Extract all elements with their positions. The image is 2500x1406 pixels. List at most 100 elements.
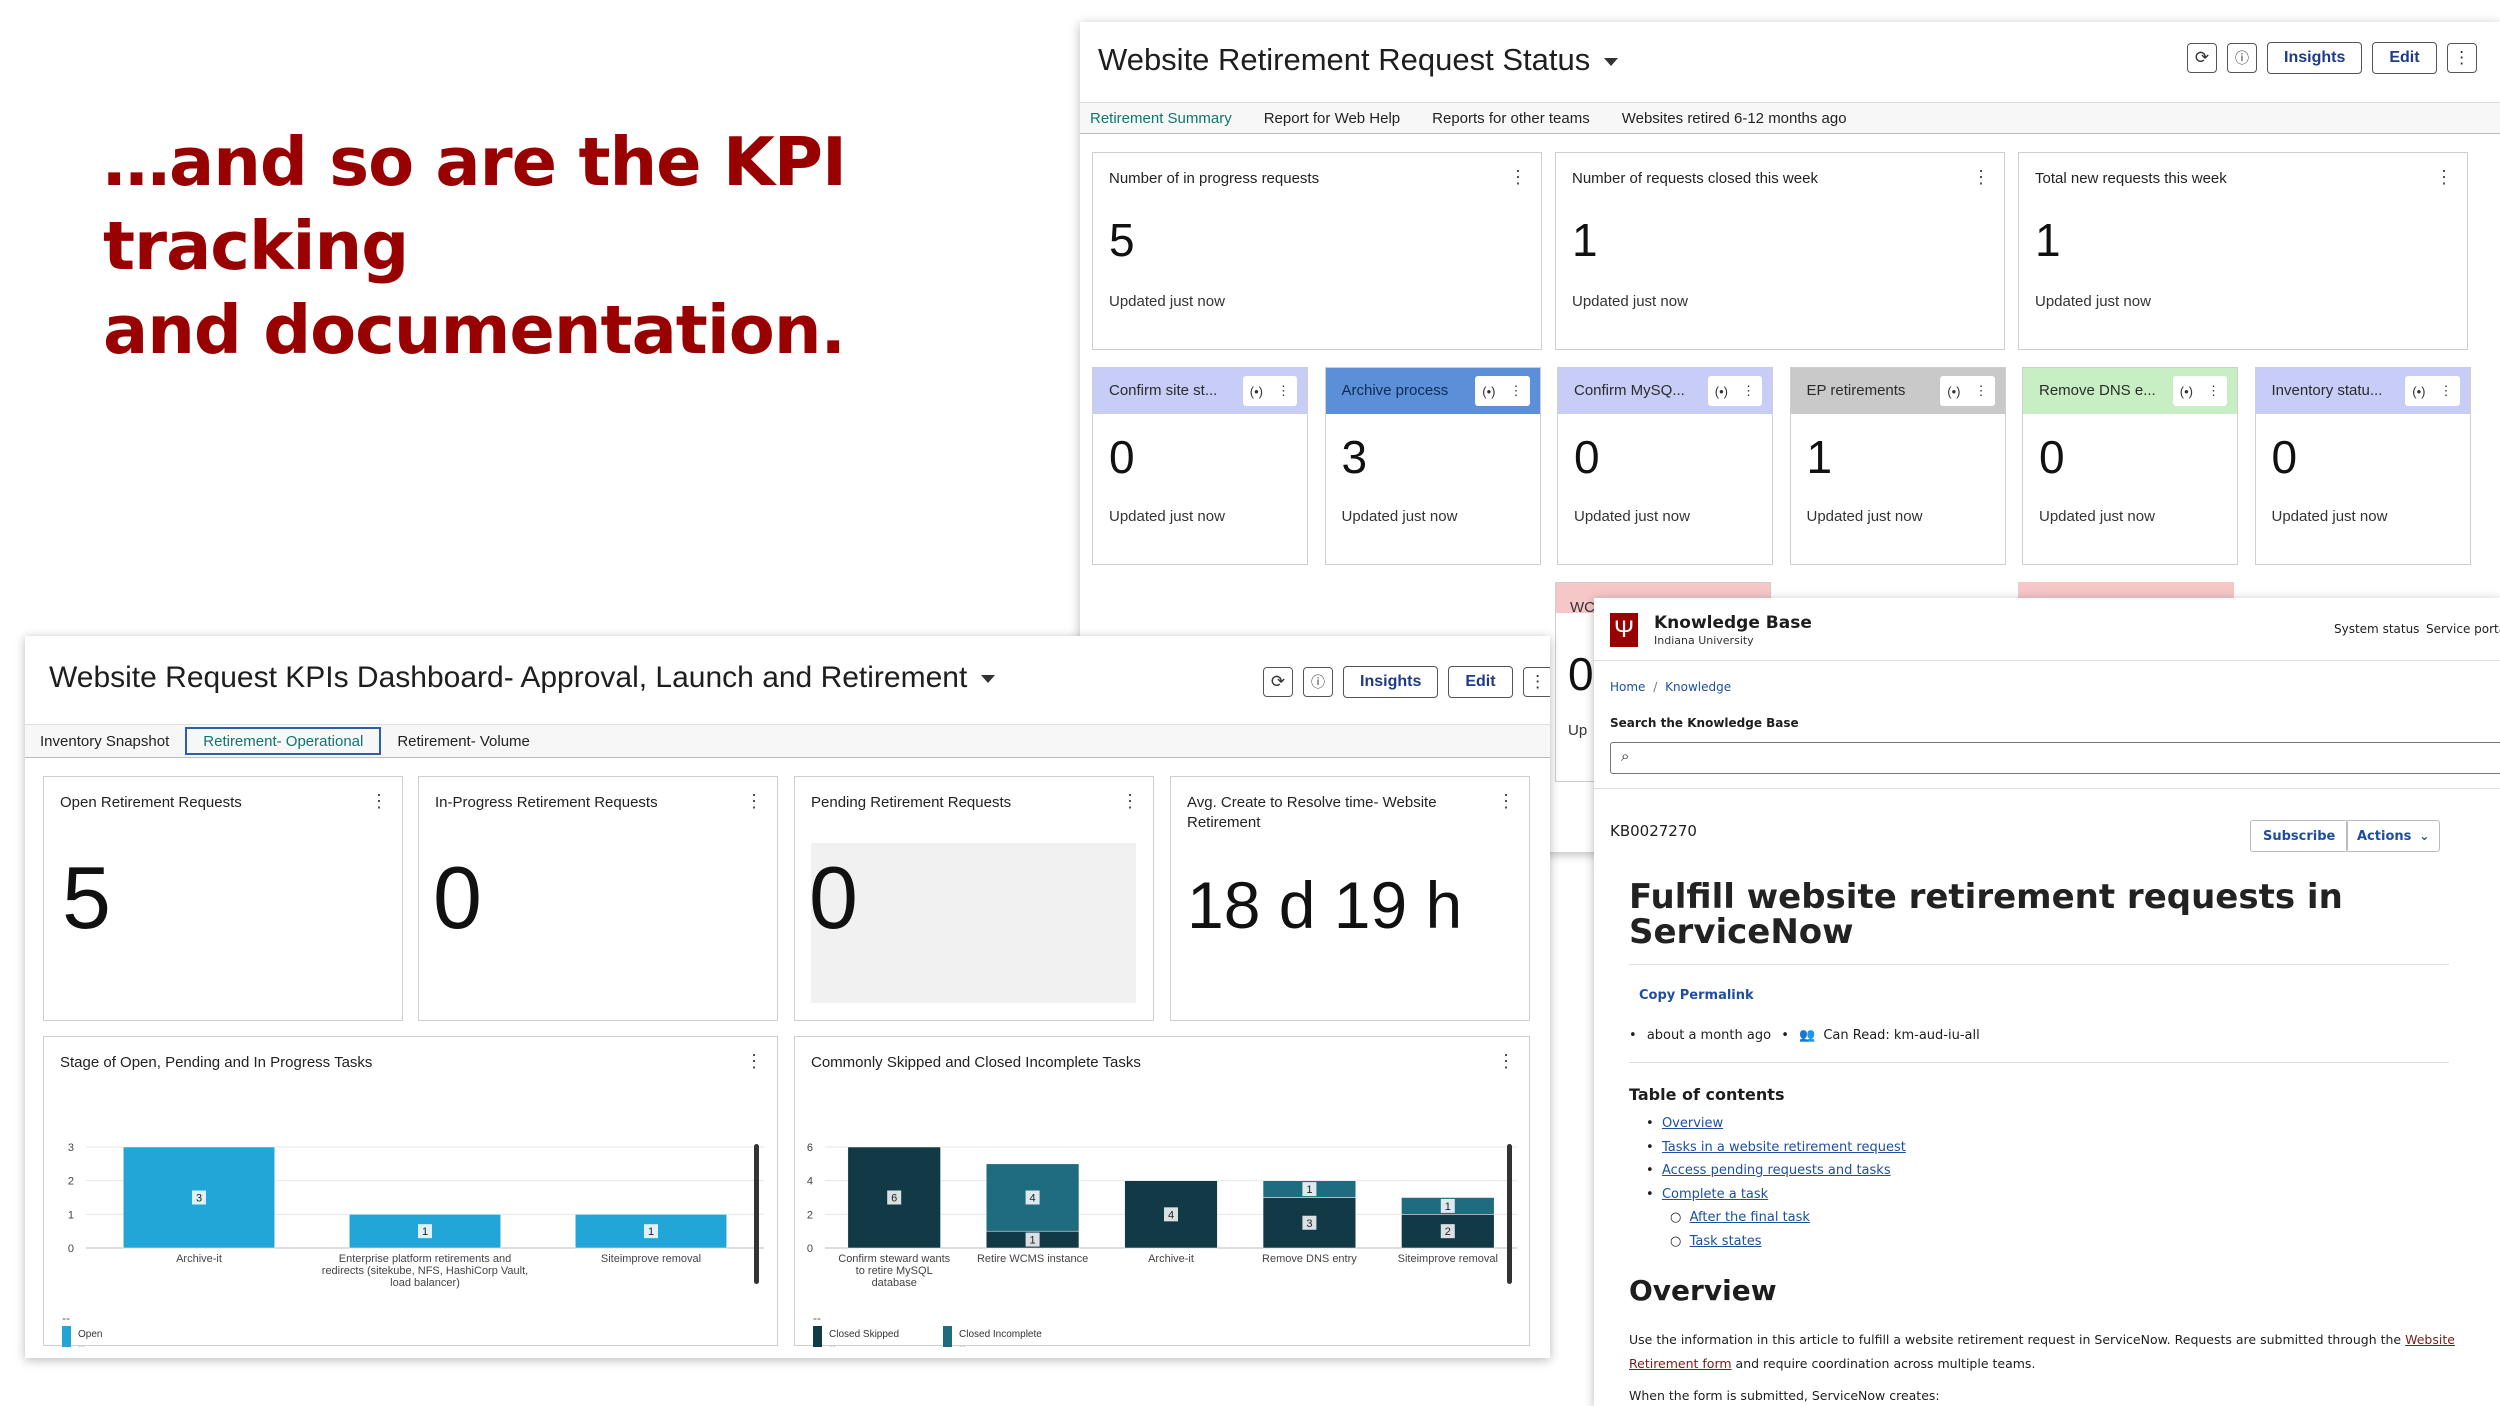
toc-item[interactable]: • Complete a task: [1646, 1183, 1906, 1207]
chart-footer: --: [813, 1311, 821, 1325]
toc-link-tasks[interactable]: Tasks in a website retirement request: [1662, 1140, 1906, 1155]
broadcast-icon[interactable]: (•): [2173, 384, 2200, 399]
kebab-icon[interactable]: ⋮: [1270, 383, 1297, 399]
chevron-down-icon: ⌄: [2419, 829, 2430, 843]
data-label: 4: [1030, 1193, 1036, 1205]
tab-websites-retired[interactable]: Websites retired 6-12 months ago: [1606, 103, 1863, 133]
insights-button[interactable]: Insights: [1343, 666, 1439, 698]
task-stage-updated: Updated just now: [1109, 508, 1225, 525]
actions-button[interactable]: Actions ⌄: [2346, 820, 2441, 852]
card-value: 5: [62, 848, 111, 947]
tab-inventory-snapshot[interactable]: Inventory Snapshot: [25, 725, 185, 757]
scrollbar: [754, 1144, 759, 1284]
copy-permalink-link[interactable]: Copy Permalink: [1639, 988, 1754, 1003]
kebab-icon[interactable]: ⋮: [2200, 383, 2227, 399]
refresh-icon[interactable]: ⟳: [1263, 667, 1293, 697]
tab-retirement-operational[interactable]: Retirement- Operational: [185, 727, 382, 755]
broadcast-icon[interactable]: (•): [2405, 384, 2432, 399]
toc-subitem[interactable]: ○ Task states: [1646, 1230, 1906, 1254]
toc-item[interactable]: • Access pending requests and tasks: [1646, 1159, 1906, 1183]
broadcast-icon[interactable]: (•): [1708, 384, 1735, 399]
breadcrumb-knowledge[interactable]: Knowledge: [1665, 680, 1731, 694]
overview-paragraph-2: When the form is submitted, ServiceNow c…: [1629, 1388, 1940, 1403]
subscribe-button[interactable]: Subscribe: [2250, 820, 2349, 852]
card-title: Open Retirement Requests: [60, 794, 242, 811]
kpi-dashboard-title[interactable]: Website Request KPIs Dashboard- Approval…: [49, 661, 996, 695]
edit-button[interactable]: Edit: [1448, 666, 1513, 698]
users-icon: 👥: [1799, 1028, 1816, 1043]
kpi-value: 5: [1109, 214, 1135, 266]
toc-link-complete[interactable]: Complete a task: [1662, 1187, 1768, 1202]
overview-text: Use the information in this article to f…: [1629, 1332, 2402, 1347]
toc-subitem[interactable]: ○ After the final task: [1646, 1206, 1906, 1230]
y-tick-label: 1: [68, 1209, 74, 1221]
toc-link-overview[interactable]: Overview: [1662, 1116, 1723, 1131]
y-tick-label: 3: [68, 1142, 74, 1154]
breadcrumb-home[interactable]: Home: [1610, 680, 1645, 694]
toc-item[interactable]: • Tasks in a website retirement request: [1646, 1136, 1906, 1160]
headline-line-1: …and so are the KPI tracking: [103, 123, 847, 285]
refresh-icon[interactable]: ⟳: [2187, 43, 2217, 73]
kebab-icon[interactable]: ⋮: [1497, 791, 1515, 812]
kebab-icon[interactable]: ⋮: [1121, 791, 1139, 812]
card-controls: (•) ⋮: [1242, 376, 1297, 406]
kebab-icon[interactable]: ⋮: [370, 791, 388, 812]
kebab-icon[interactable]: ⋮: [1972, 167, 1990, 188]
kebab-icon[interactable]: ⋮: [745, 791, 763, 812]
kebab-icon[interactable]: ⋮: [1503, 383, 1530, 399]
kebab-icon[interactable]: ⋮: [1509, 167, 1527, 188]
task-stage-updated: Updated just now: [2271, 508, 2388, 525]
data-label: 1: [1030, 1235, 1036, 1247]
bullet: ○: [1670, 1233, 1690, 1249]
task-stage-updated: Updated just now: [2039, 508, 2155, 525]
broadcast-icon[interactable]: (•): [1475, 384, 1502, 399]
edit-button[interactable]: Edit: [2372, 42, 2437, 74]
insights-button[interactable]: Insights: [2267, 42, 2363, 74]
broadcast-icon[interactable]: (•): [1243, 384, 1270, 399]
tab-report-for-web-help[interactable]: Report for Web Help: [1248, 103, 1416, 133]
toc-link-after-final[interactable]: After the final task: [1690, 1210, 1810, 1225]
kebab-icon[interactable]: ⋮: [2433, 383, 2460, 399]
toc-link-access[interactable]: Access pending requests and tasks: [1662, 1163, 1891, 1178]
pending-retirement-requests-card: Pending Retirement Requests ⋮ 0: [794, 776, 1154, 1021]
tab-reports-for-other-teams[interactable]: Reports for other teams: [1416, 103, 1606, 133]
more-options-icon[interactable]: ⋮: [2446, 43, 2477, 73]
task-stage-title: EP retirements: [1806, 382, 1906, 399]
kebab-icon[interactable]: ⋮: [1497, 1051, 1515, 1072]
card-title: Avg. Create to Resolve time- Website Ret…: [1187, 794, 1437, 831]
dashboard-title[interactable]: Website Retirement Request Status: [1098, 42, 1619, 78]
kebab-icon[interactable]: ⋮: [2435, 167, 2453, 188]
kebab-icon[interactable]: ⋮: [745, 1051, 763, 1072]
kb-search-input[interactable]: ⌕: [1610, 742, 2500, 774]
avg-create-to-resolve-card: Avg. Create to Resolve time- Website Ret…: [1170, 776, 1530, 1021]
info-icon[interactable]: ⓘ: [2227, 43, 2257, 73]
info-icon[interactable]: ⓘ: [1303, 667, 1333, 697]
y-tick-label: 0: [807, 1243, 813, 1255]
kpi-updated: Updated just now: [1572, 293, 1688, 310]
legend-label: Closed Incomplete: [959, 1329, 1042, 1340]
partial-card-label: WC: [1570, 599, 1595, 616]
overview-heading: Overview: [1629, 1274, 1777, 1307]
task-stage-title: Remove DNS e...: [2039, 382, 2156, 399]
kebab-icon[interactable]: ⋮: [1735, 383, 1762, 399]
article-title-line-1: Fulfill website retirement requests in: [1629, 877, 2343, 917]
toc-item[interactable]: • Overview: [1646, 1112, 1906, 1136]
nav-system-status[interactable]: System status: [2334, 622, 2419, 636]
toc-link-task-states[interactable]: Task states: [1690, 1234, 1762, 1249]
dashboard-title-text: Website Retirement Request Status: [1098, 42, 1591, 77]
kb-brand[interactable]: Knowledge Base: [1654, 613, 1812, 633]
kpi-dashboard-toolbar: ⟳ ⓘ Insights Edit ⋮: [1263, 666, 1550, 698]
task-stage-card-header: Archive process (•) ⋮: [1325, 368, 1540, 414]
more-options-icon[interactable]: ⋮: [1522, 667, 1550, 697]
chevron-down-icon[interactable]: [1604, 57, 1619, 66]
task-stage-value: 0: [1109, 431, 1135, 483]
search-label: Search the Knowledge Base: [1610, 716, 1799, 730]
card-value: 0: [809, 848, 858, 947]
broadcast-icon[interactable]: (•): [1940, 384, 1967, 399]
chevron-down-icon[interactable]: [981, 675, 996, 684]
chart-title: Commonly Skipped and Closed Incomplete T…: [811, 1054, 1141, 1071]
nav-service-portal[interactable]: Service porta: [2426, 622, 2500, 636]
tab-retirement-summary[interactable]: Retirement Summary: [1080, 103, 1248, 133]
kebab-icon[interactable]: ⋮: [1968, 383, 1995, 399]
tab-retirement-volume[interactable]: Retirement- Volume: [381, 725, 546, 757]
